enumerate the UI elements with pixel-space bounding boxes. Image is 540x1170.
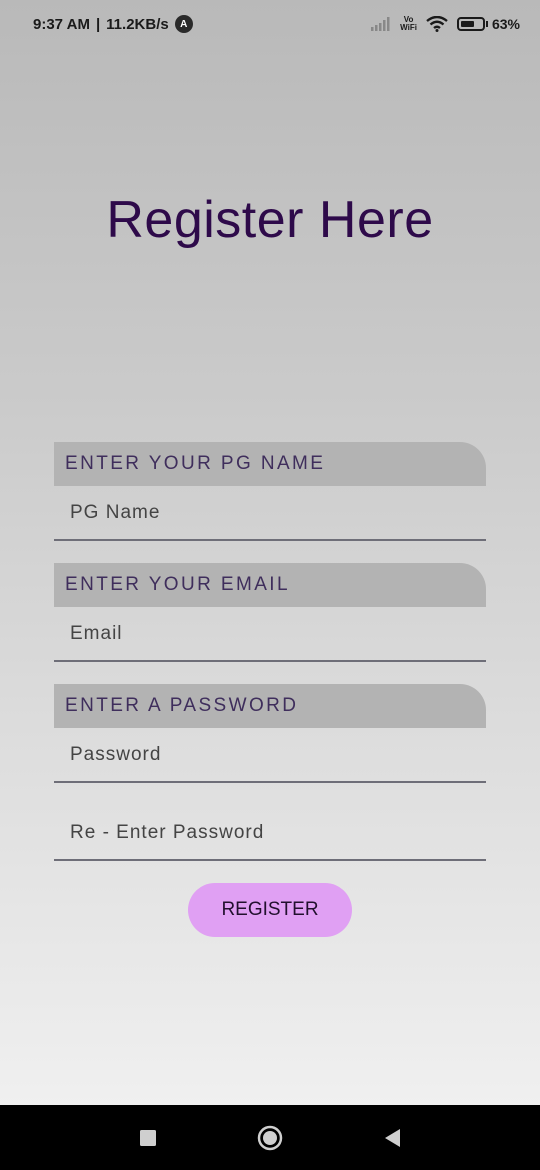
recents-button[interactable] bbox=[128, 1118, 168, 1158]
pg-name-wrapper bbox=[54, 486, 486, 541]
status-left: 9:37 AM | 11.2KB/s A bbox=[33, 15, 193, 33]
back-icon bbox=[385, 1128, 400, 1147]
wifi-icon bbox=[426, 16, 448, 32]
email-group: ENTER YOUR EMAIL bbox=[54, 563, 486, 662]
email-wrapper bbox=[54, 607, 486, 662]
cell-signal-icon bbox=[371, 17, 390, 31]
battery-fill bbox=[460, 21, 474, 27]
pg-name-input[interactable] bbox=[68, 500, 486, 525]
password-input[interactable] bbox=[68, 742, 486, 767]
status-bar: 9:37 AM | 11.2KB/s A Vo WiFi 63% bbox=[0, 0, 540, 48]
password-wrapper bbox=[54, 728, 486, 783]
confirm-password-wrapper bbox=[54, 806, 486, 861]
battery-icon bbox=[456, 17, 485, 31]
pg-name-group: ENTER YOUR PG NAME bbox=[54, 442, 486, 541]
home-button[interactable] bbox=[250, 1118, 290, 1158]
confirm-password-group bbox=[54, 806, 486, 861]
recents-icon bbox=[140, 1129, 156, 1146]
home-icon bbox=[257, 1125, 283, 1150]
navigation-bar bbox=[0, 1105, 540, 1170]
status-separator: | bbox=[95, 15, 101, 33]
page-title: Register Here bbox=[106, 191, 434, 249]
battery-tip bbox=[485, 21, 488, 27]
network-speed: 11.2KB/s bbox=[106, 15, 169, 33]
register-button[interactable]: REGISTER bbox=[188, 883, 352, 937]
app-notification-icon: A bbox=[174, 15, 193, 33]
confirm-password-input[interactable] bbox=[68, 820, 486, 845]
email-header: ENTER YOUR EMAIL bbox=[54, 563, 486, 607]
status-right: Vo WiFi 63% bbox=[371, 16, 520, 32]
email-input[interactable] bbox=[68, 621, 486, 646]
vowifi-icon: Vo WiFi bbox=[400, 15, 417, 32]
password-header: ENTER A PASSWORD bbox=[54, 684, 486, 728]
back-button[interactable] bbox=[372, 1118, 412, 1158]
pg-name-header: ENTER YOUR PG NAME bbox=[54, 442, 486, 486]
status-time: 9:37 AM bbox=[33, 15, 90, 33]
password-group: ENTER A PASSWORD bbox=[54, 684, 486, 783]
battery-percent: 63% bbox=[491, 16, 520, 32]
battery-indicator: 63% bbox=[456, 16, 520, 32]
